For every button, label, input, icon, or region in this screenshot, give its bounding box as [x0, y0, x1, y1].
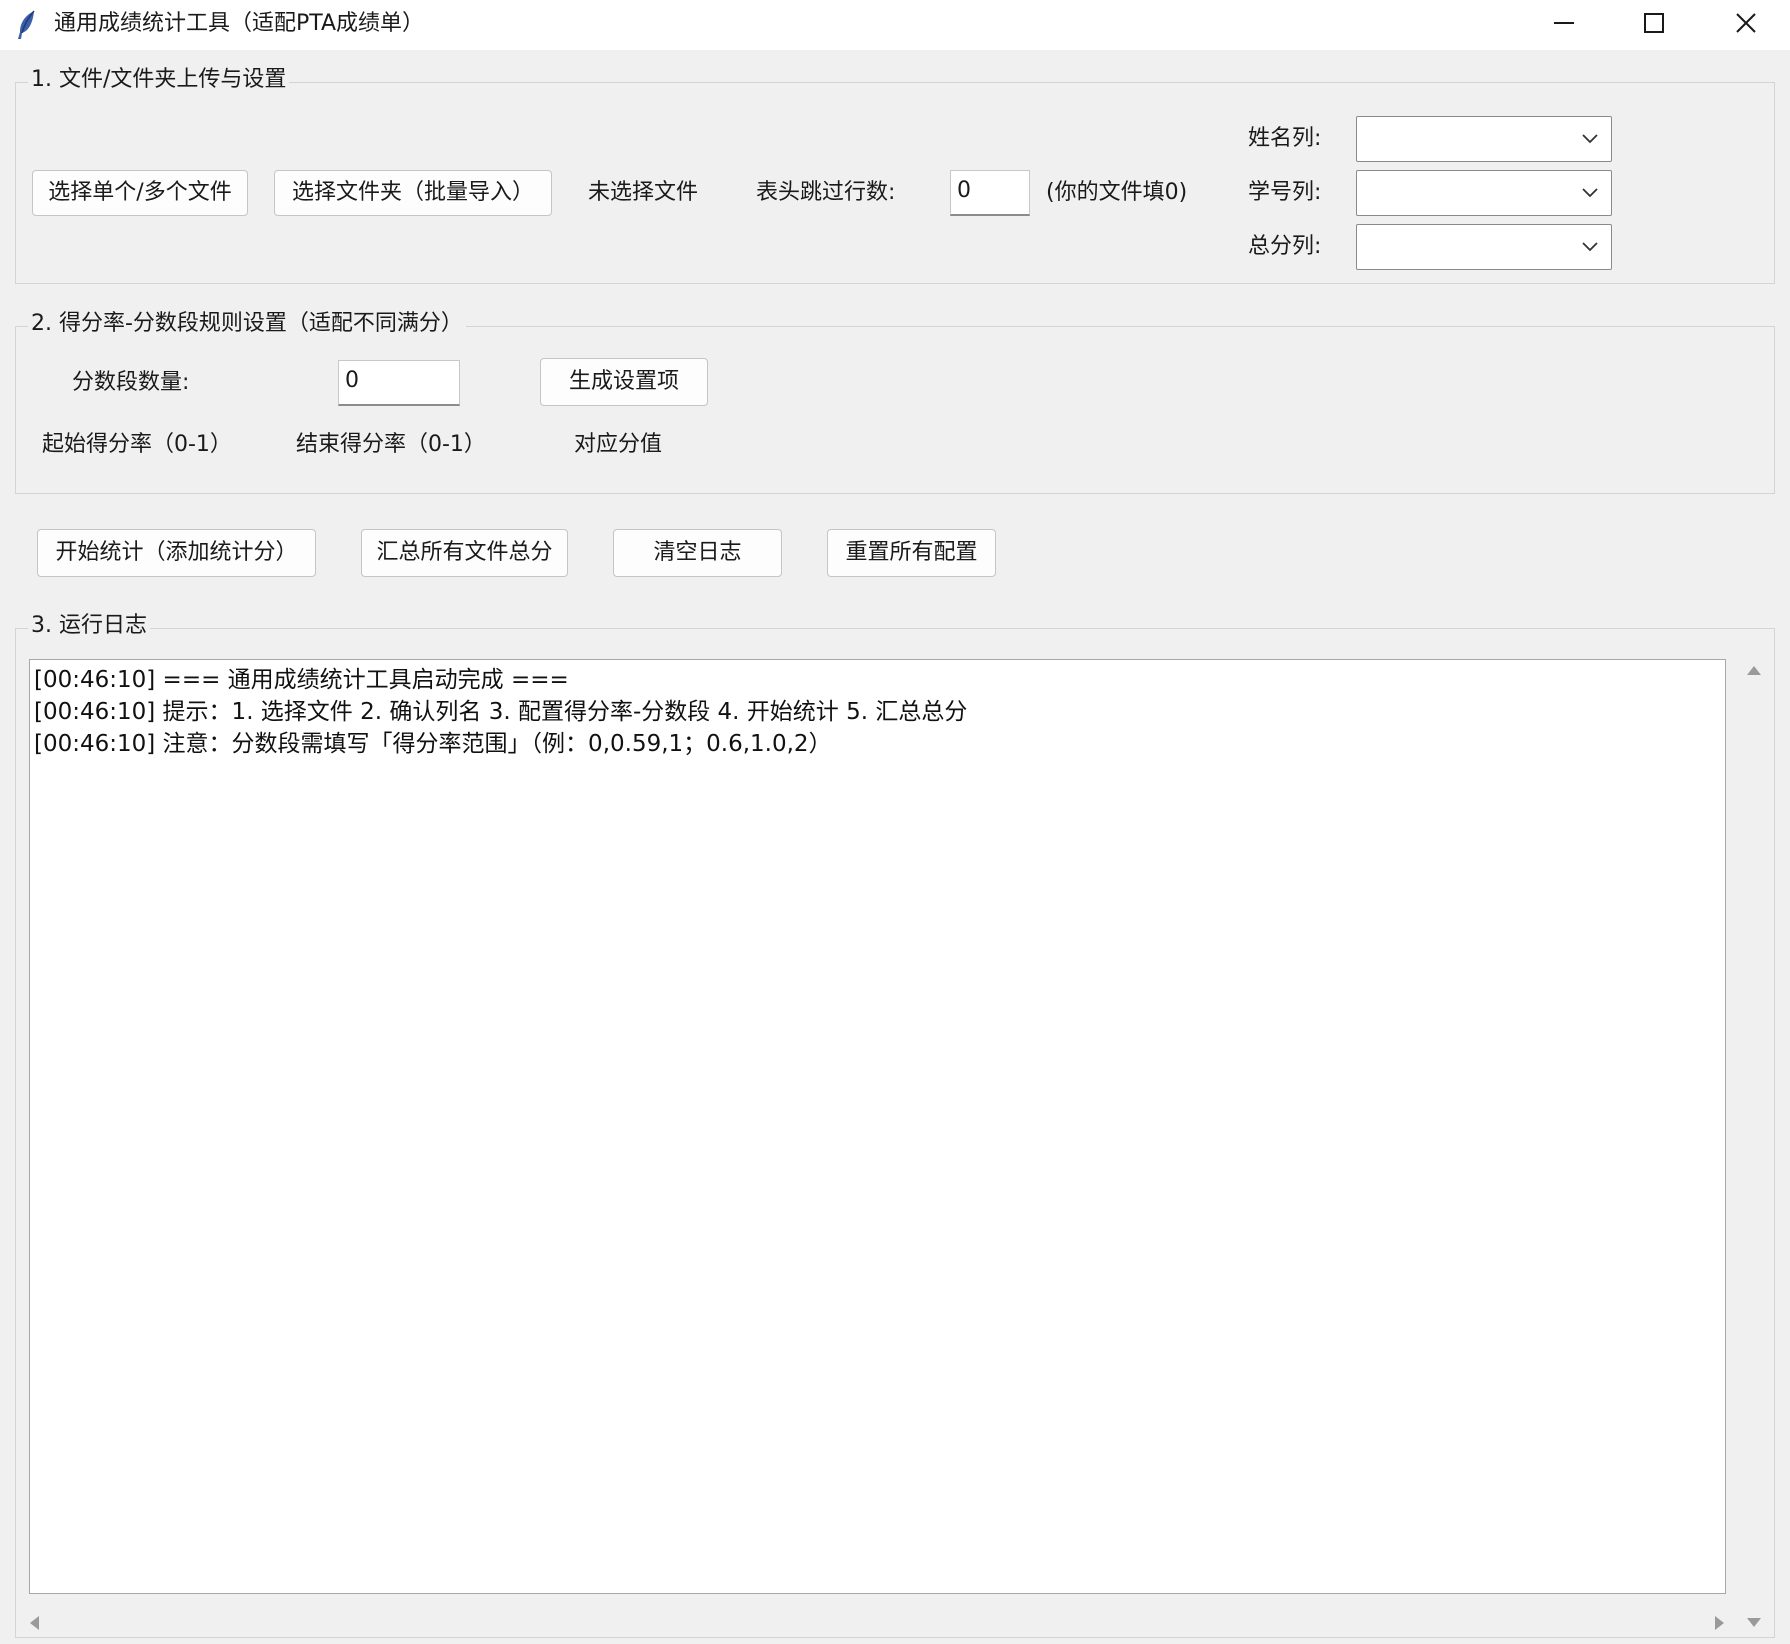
skip-rows-input[interactable]: 0 [950, 170, 1030, 216]
section-run-log-title: 3. 运行日志 [28, 612, 150, 640]
close-button[interactable] [1700, 0, 1790, 46]
maximize-button[interactable] [1608, 0, 1700, 46]
generate-settings-button[interactable]: 生成设置项 [540, 358, 708, 406]
clear-log-button[interactable]: 清空日志 [613, 529, 782, 577]
column-header-score: 对应分值 [574, 432, 663, 457]
chevron-down-icon [1582, 188, 1598, 198]
title-bar: 通用成绩统计工具（适配PTA成绩单） [0, 0, 1790, 50]
scroll-left-arrow-icon[interactable] [25, 1610, 45, 1636]
chevron-down-icon [1582, 134, 1598, 144]
log-line: [00:46:10] 注意：分数段需填写「得分率范围」（例：0,0.59,1；0… [34, 731, 832, 757]
maximize-icon [1644, 13, 1664, 33]
horizontal-scrollbar[interactable] [19, 1610, 1729, 1636]
close-icon [1736, 13, 1756, 33]
log-line: [00:46:10] 提示：1. 选择文件 2. 确认列名 3. 配置得分率-分… [34, 699, 968, 725]
skip-rows-hint: (你的文件填0) [1046, 180, 1188, 205]
column-header-end-rate: 结束得分率（0-1） [296, 432, 486, 457]
reset-config-button[interactable]: 重置所有配置 [827, 529, 996, 577]
chevron-down-icon [1582, 242, 1598, 252]
column-header-start-rate: 起始得分率（0-1） [42, 432, 232, 457]
file-status-label: 未选择文件 [588, 180, 699, 205]
log-text-area[interactable]: [00:46:10] === 通用成绩统计工具启动完成 === [00:46:1… [29, 659, 1726, 1594]
total-column-label: 总分列: [1248, 234, 1322, 259]
segment-count-label: 分数段数量: [72, 370, 190, 395]
minimize-icon [1554, 22, 1574, 24]
section-file-upload-title: 1. 文件/文件夹上传与设置 [28, 66, 290, 94]
summarize-totals-button[interactable]: 汇总所有文件总分 [361, 529, 568, 577]
scroll-down-arrow-icon[interactable] [1736, 1612, 1772, 1632]
segment-count-input[interactable]: 0 [338, 360, 460, 406]
log-line: [00:46:10] === 通用成绩统计工具启动完成 === [34, 667, 569, 693]
id-column-select[interactable] [1356, 170, 1612, 216]
minimize-button[interactable] [1518, 0, 1610, 46]
id-column-label: 学号列: [1248, 180, 1322, 205]
section-score-rules-title: 2. 得分率-分数段规则设置（适配不同满分） [28, 310, 466, 338]
start-stats-button[interactable]: 开始统计（添加统计分） [37, 529, 316, 577]
section-score-rules [15, 326, 1775, 494]
name-column-label: 姓名列: [1248, 126, 1322, 151]
select-folder-button[interactable]: 选择文件夹（批量导入） [274, 170, 552, 216]
skip-rows-label: 表头跳过行数: [756, 180, 896, 205]
window-title: 通用成绩统计工具（适配PTA成绩单） [54, 11, 425, 36]
feather-icon [14, 10, 40, 40]
total-column-select[interactable] [1356, 224, 1612, 270]
name-column-select[interactable] [1356, 116, 1612, 162]
select-files-button[interactable]: 选择单个/多个文件 [32, 170, 248, 216]
vertical-scrollbar[interactable] [1736, 652, 1772, 1632]
scroll-up-arrow-icon[interactable] [1736, 660, 1772, 680]
scroll-right-arrow-icon[interactable] [1709, 1610, 1729, 1636]
